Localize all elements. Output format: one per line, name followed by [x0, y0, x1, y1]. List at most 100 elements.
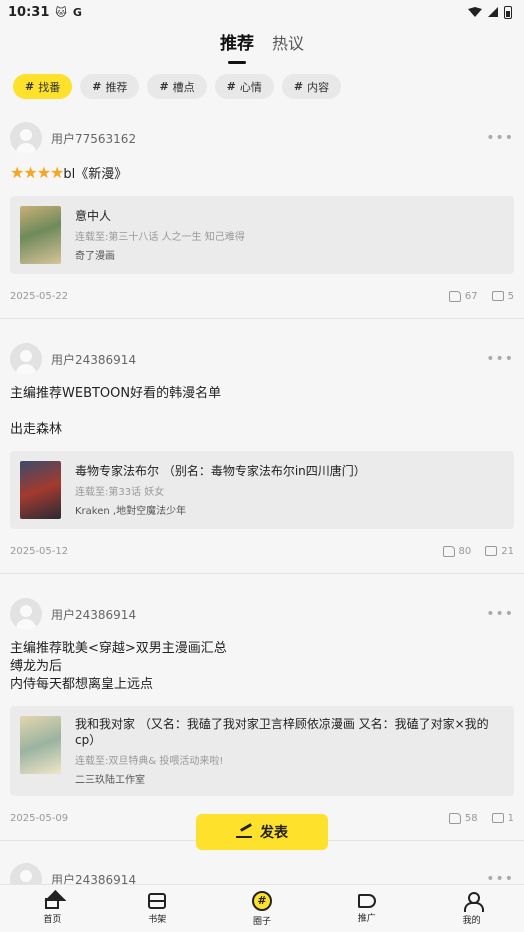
megaphone-icon: [357, 893, 376, 908]
nav-label: 推广: [357, 913, 376, 924]
home-icon: [45, 898, 60, 909]
comic-title: 我和我对家 （又名：我磕了我对家卫言梓顾依凉漫画 又名：我磕了对家×我的cp）: [75, 717, 489, 747]
like-count: 67: [464, 290, 478, 302]
rating-stars: ★★★★: [10, 163, 64, 182]
chip-label: 推荐: [105, 80, 128, 94]
post-date: 2025-05-22: [10, 290, 69, 302]
username[interactable]: 用户24386914: [51, 351, 136, 368]
chip-label: 槽点: [172, 80, 195, 94]
hash-icon: #: [226, 80, 236, 93]
more-options-icon[interactable]: •••: [486, 351, 514, 367]
like-count: 80: [458, 545, 472, 557]
post-line: 主编推荐耽美<穿越>双男主漫画汇总: [10, 641, 227, 656]
like-count: 58: [464, 812, 478, 824]
comment-count: 1: [507, 812, 514, 824]
chip-label: 心情: [239, 80, 262, 94]
nav-label: 书架: [148, 914, 167, 925]
post-item: 用户24386914 ••• 主编推荐耽美<穿越>双男主漫画汇总 缚龙为后 内侍…: [0, 574, 524, 841]
post-line: 内侍每天都想离皇上远点: [10, 677, 154, 692]
hash-icon: #: [293, 80, 304, 93]
chip-label: 找番: [38, 80, 61, 94]
battery-icon: [504, 5, 512, 19]
comic-cover: [20, 716, 61, 774]
post-feed: 用户77563162 ••• ★★★★bl《新漫》 意中人 连载至:第三十八话 …: [0, 110, 524, 884]
comment-icon: [485, 546, 498, 556]
comic-author: 奇了漫画: [75, 251, 115, 262]
like-button[interactable]: 80: [442, 545, 472, 557]
comment-count: 21: [501, 545, 514, 557]
comment-count: 5: [507, 290, 514, 302]
comic-card[interactable]: 我和我对家 （又名：我磕了我对家卫言梓顾依凉漫画 又名：我磕了对家×我的cp） …: [10, 706, 514, 796]
more-options-icon[interactable]: •••: [486, 130, 514, 146]
comic-author: Kraken ,地對空魔法少年: [75, 506, 187, 517]
post-text[interactable]: ★★★★bl《新漫》: [10, 164, 514, 184]
post-item: 用户77563162 ••• ★★★★bl《新漫》 意中人 连载至:第三十八话 …: [0, 110, 524, 319]
comic-author: 二三玖陆工作室: [75, 775, 145, 786]
tab-recommend[interactable]: 推荐: [220, 29, 254, 58]
avatar[interactable]: [10, 598, 42, 630]
comic-title: 意中人: [75, 209, 112, 223]
post-line: bl《新漫》: [63, 167, 128, 182]
pen-icon: [236, 826, 252, 838]
nav-bookshelf[interactable]: 书架: [105, 885, 210, 932]
tab-hot[interactable]: 热议: [272, 30, 304, 58]
thumbs-up-icon: [448, 290, 461, 302]
nav-circle[interactable]: # 圈子: [210, 885, 315, 932]
hash-icon: #: [25, 80, 35, 93]
status-bar: 10:31 🐱 G: [0, 0, 524, 24]
comment-button[interactable]: 21: [485, 546, 514, 557]
comic-card[interactable]: 毒物专家法布尔 （别名：毒物专家法布尔in四川唐门） 连载至:第33话 妖女 K…: [10, 451, 514, 529]
more-options-icon[interactable]: •••: [486, 871, 514, 884]
publish-button[interactable]: 发表: [196, 814, 328, 850]
post-line: 缚龙为后: [10, 659, 63, 674]
like-button[interactable]: 67: [448, 290, 478, 302]
bottom-nav: 首页 书架 # 圈子 推广 我的: [0, 884, 524, 932]
username[interactable]: 用户24386914: [51, 871, 136, 885]
thumbs-up-icon: [448, 812, 461, 824]
chip-find[interactable]: # 找番: [13, 74, 73, 99]
comic-progress: 连载至:第三十八话 人之一生 知己难得: [75, 232, 245, 243]
post-date: 2025-05-12: [10, 545, 69, 557]
comment-icon: [491, 813, 504, 823]
comic-card[interactable]: 意中人 连载至:第三十八话 人之一生 知己难得 奇了漫画: [10, 196, 514, 274]
nav-label: 我的: [462, 915, 481, 926]
comic-title: 毒物专家法布尔 （别名：毒物专家法布尔in四川唐门）: [75, 464, 366, 478]
thumbs-up-icon: [442, 545, 455, 557]
comic-progress: 连载至:双旦特典& 投喂活动来啦!: [75, 756, 224, 767]
post-text[interactable]: 主编推荐耽美<穿越>双男主漫画汇总 缚龙为后 内侍每天都想离皇上远点: [10, 640, 514, 694]
hash-icon: #: [92, 80, 102, 93]
wifi-icon: [468, 7, 482, 17]
nav-promote[interactable]: 推广: [314, 885, 419, 932]
username[interactable]: 用户24386914: [51, 606, 136, 623]
google-icon: G: [72, 5, 82, 19]
cat-icon: 🐱: [55, 5, 67, 19]
publish-label: 发表: [260, 825, 288, 841]
chip-mood[interactable]: # 心情: [214, 74, 274, 99]
top-tabs: 推荐 热议: [0, 24, 524, 64]
comment-button[interactable]: 5: [491, 290, 514, 302]
status-time: 10:31: [8, 4, 50, 20]
post-text[interactable]: 主编推荐WEBTOON好看的韩漫名单 出走森林: [10, 385, 514, 439]
avatar[interactable]: [10, 863, 42, 884]
comment-button[interactable]: 1: [491, 812, 514, 824]
post-line: 主编推荐WEBTOON好看的韩漫名单: [10, 386, 222, 401]
comic-cover: [20, 461, 61, 519]
like-button[interactable]: 58: [448, 812, 478, 824]
more-options-icon[interactable]: •••: [486, 606, 514, 622]
post-item: 用户24386914 ••• 主编推荐WEBTOON好看的韩漫名单 出走森林 毒…: [0, 319, 524, 574]
nav-home[interactable]: 首页: [0, 885, 105, 932]
circle-hash-icon: #: [251, 890, 272, 911]
comic-cover: [20, 206, 61, 264]
nav-me[interactable]: 我的: [419, 885, 524, 932]
comment-icon: [491, 291, 504, 301]
profile-icon: [463, 891, 484, 912]
chip-label: 内容: [307, 80, 330, 94]
avatar[interactable]: [10, 122, 42, 154]
avatar[interactable]: [10, 343, 42, 375]
chip-content[interactable]: # 内容: [281, 74, 342, 99]
chip-recommend[interactable]: # 推荐: [80, 74, 140, 99]
nav-label: 圈子: [252, 916, 271, 927]
chip-complaint[interactable]: # 槽点: [147, 74, 207, 99]
username[interactable]: 用户77563162: [51, 130, 136, 147]
nav-label: 首页: [43, 915, 62, 925]
